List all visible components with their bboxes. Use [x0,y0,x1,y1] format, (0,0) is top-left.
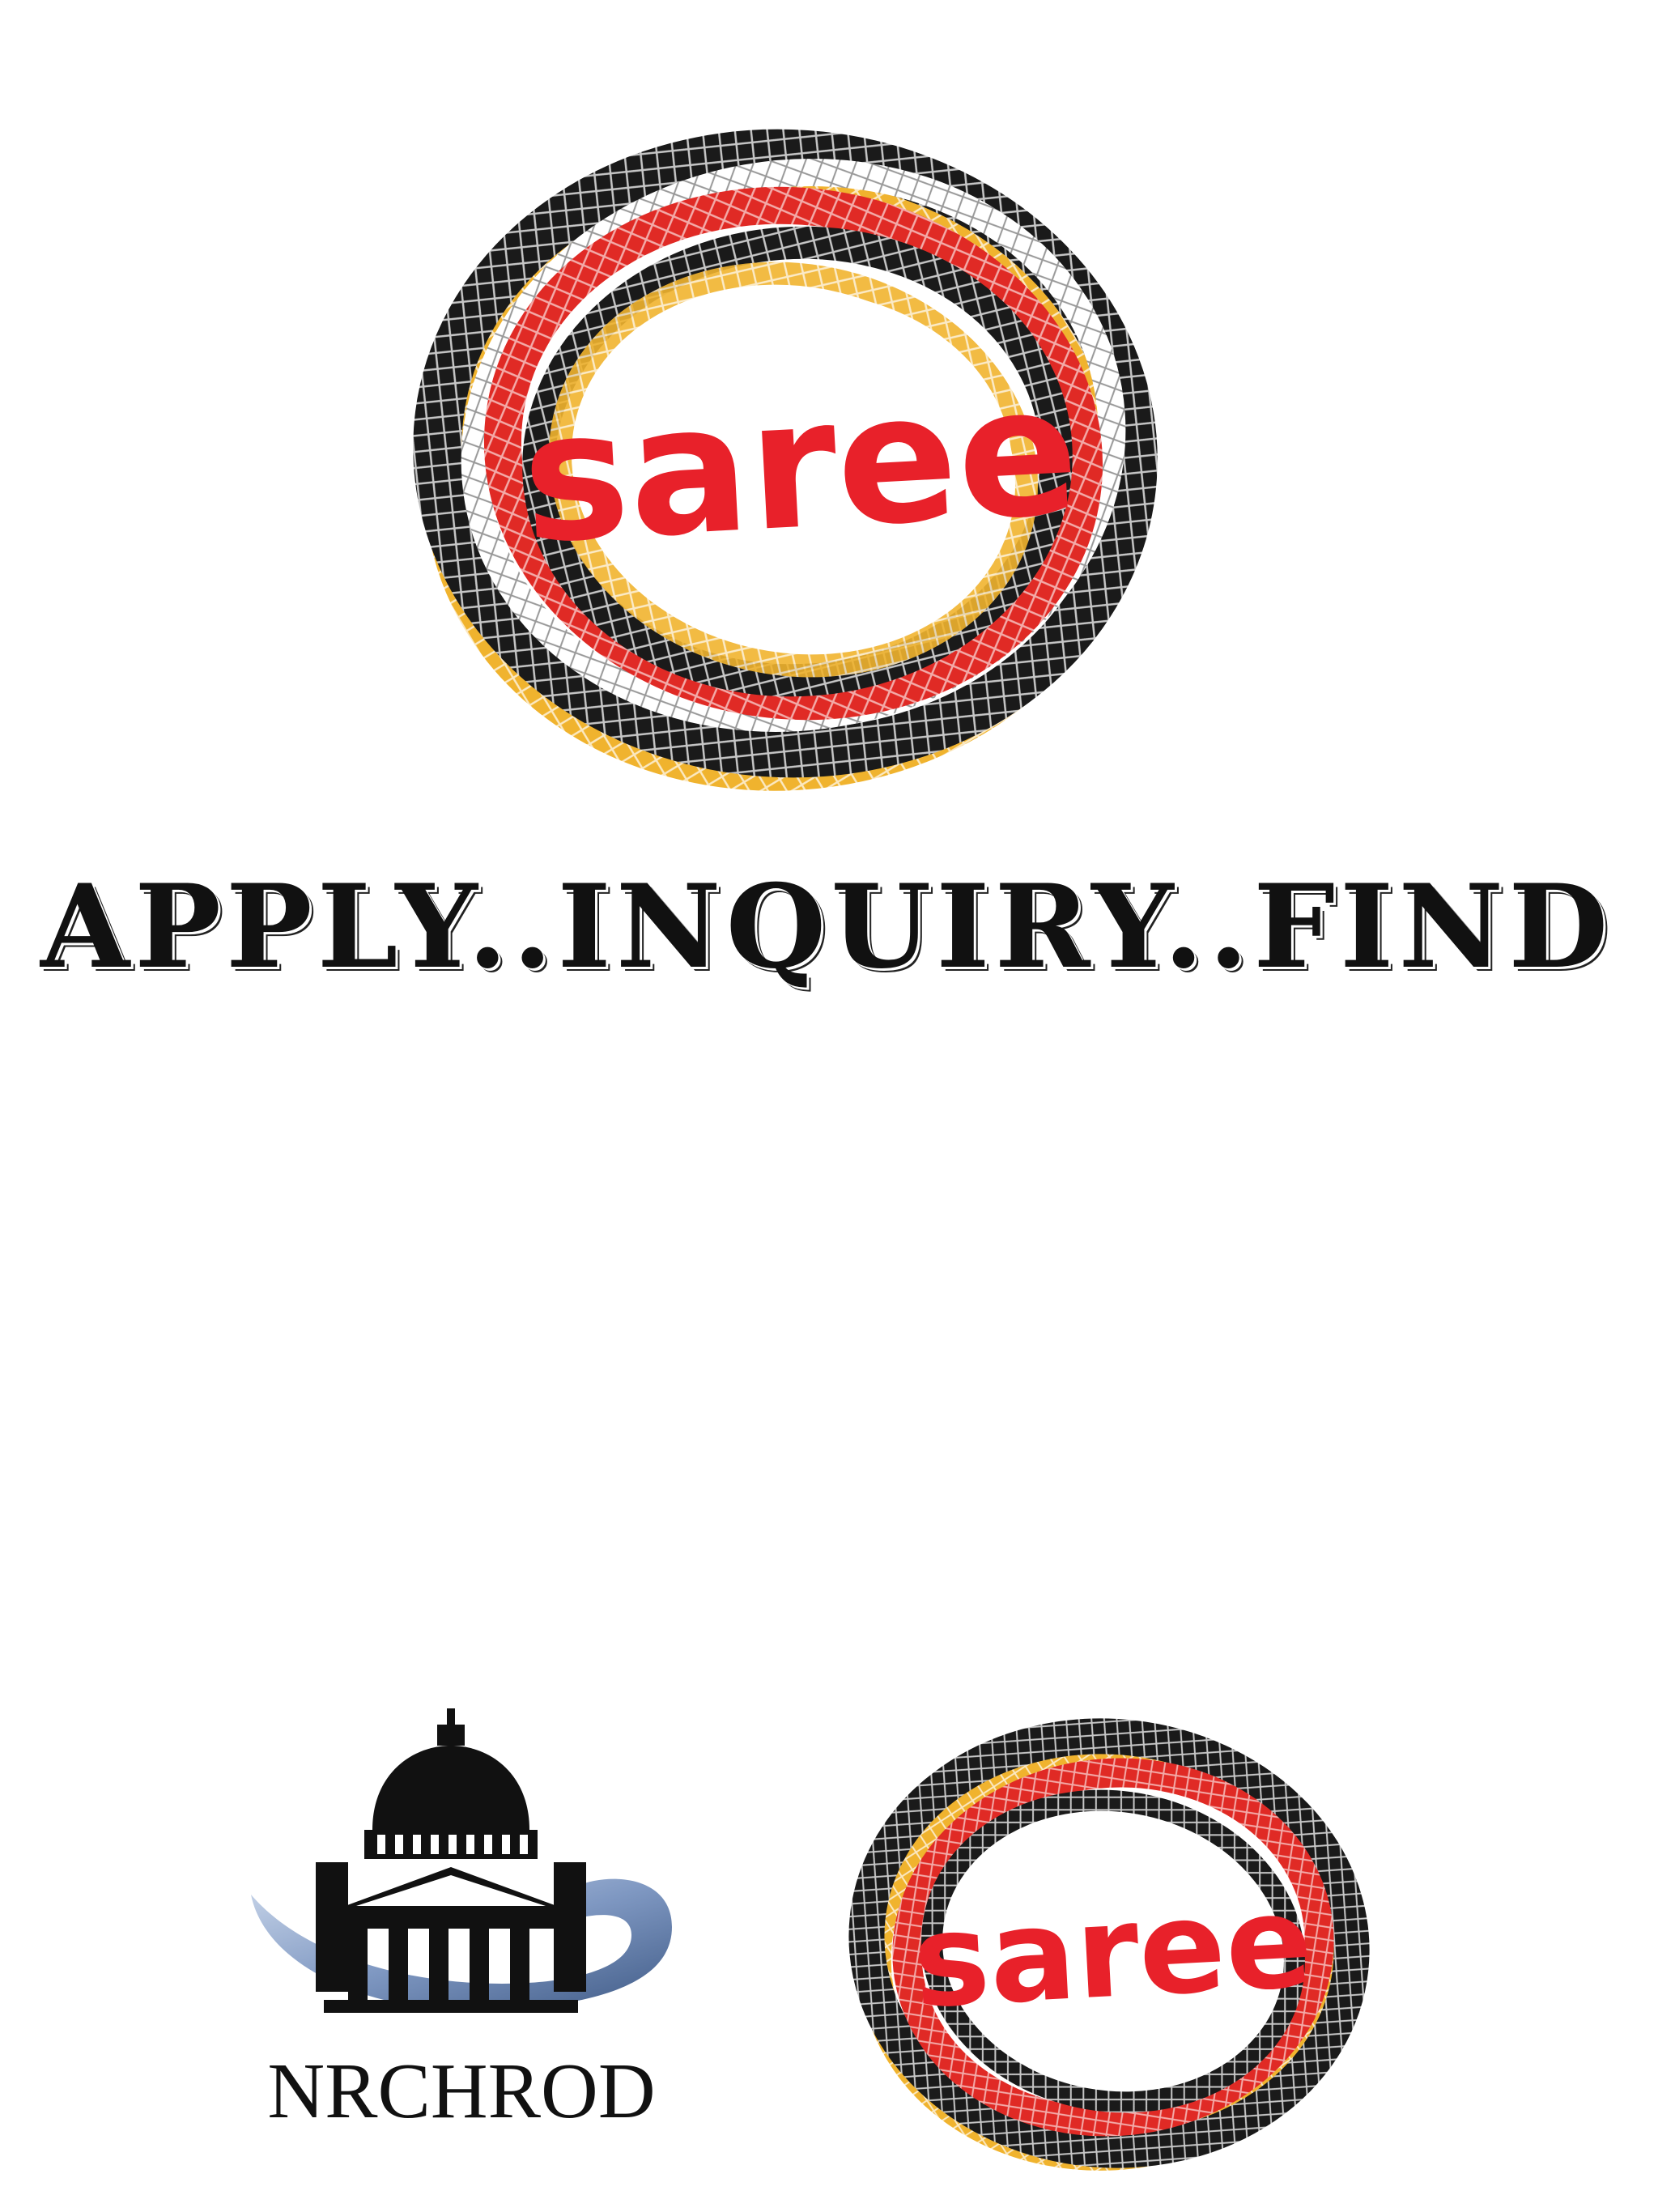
dome-building-icon: NRCHROD [251,1708,672,2135]
nrchrod-label: NRCHROD [267,2048,655,2135]
saree-logo-small: saree [842,1708,1376,2186]
saree-logo-text: saree [517,347,1083,583]
tagline: APPLY..INQUIRY..FIND [40,860,1613,994]
saree-rope-ring-icon: saree [413,129,1158,791]
saree-logo-main: saree [405,97,1182,810]
saree-rope-ring-icon: saree [848,1718,1370,2171]
saree-logo-small-text: saree [910,1867,1316,2037]
nrchrod-emblem: NRCHROD [235,1708,688,2146]
